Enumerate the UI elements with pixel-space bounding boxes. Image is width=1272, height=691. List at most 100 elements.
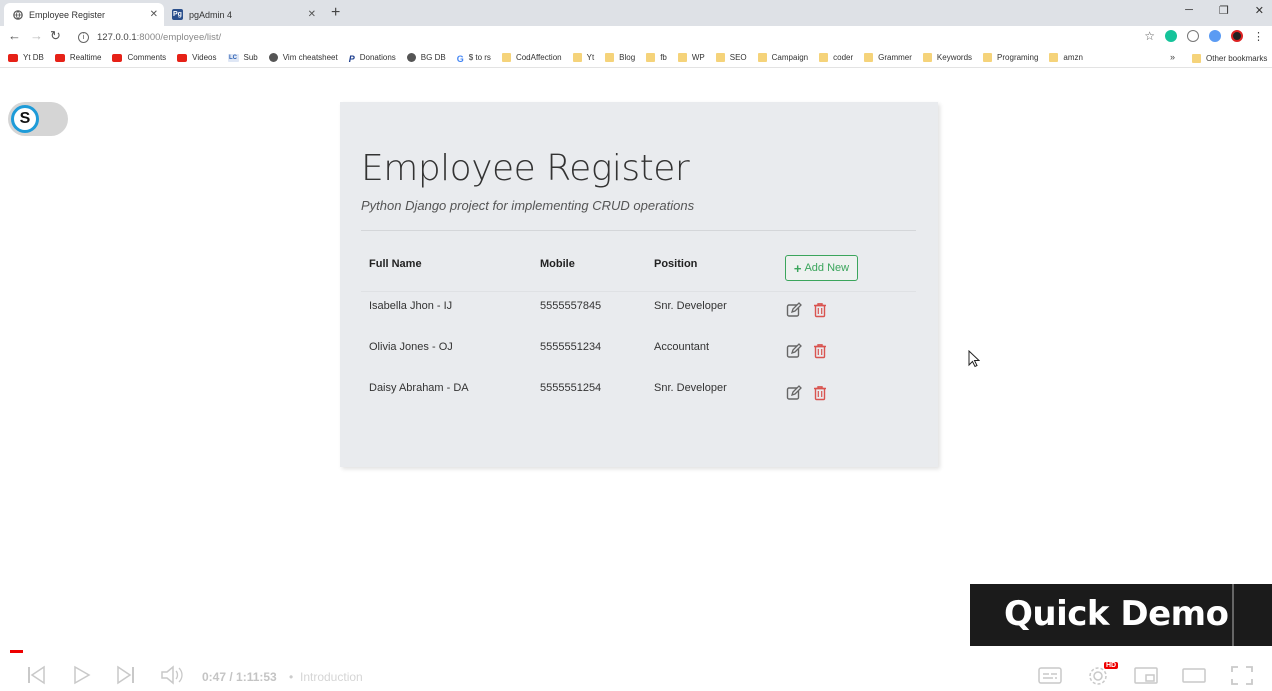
video-progress-bar[interactable] (10, 650, 23, 653)
bookmark-item[interactable]: fb (646, 53, 667, 62)
restore-icon[interactable]: ❐ (1219, 4, 1229, 17)
bookmark-item[interactable]: Vim cheatsheet (268, 53, 338, 62)
employee-register-card: Employee Register Python Django project … (340, 102, 938, 467)
bookmark-item[interactable]: Keywords (922, 53, 972, 62)
cell-full-name: Isabella Jhon - IJ (369, 300, 453, 312)
delete-trash-icon[interactable] (811, 301, 829, 319)
bookmark-item[interactable]: Yt DB (8, 53, 44, 62)
previous-icon[interactable] (26, 664, 46, 691)
bookmark-item[interactable]: coder (819, 53, 853, 62)
bookmark-label: Grammer (878, 53, 912, 62)
volume-icon[interactable] (160, 664, 184, 691)
bookmark-item[interactable]: Programing (983, 53, 1038, 62)
play-icon[interactable] (72, 664, 92, 691)
forward-arrow-icon[interactable]: → (30, 28, 43, 43)
browser-toolbar: ← → ↻ i 127.0.0.1:8000/employee/list/ ☆ … (0, 26, 1272, 48)
other-bookmarks[interactable]: Other bookmarks (1192, 48, 1267, 68)
cell-position: Snr. Developer (654, 382, 727, 394)
reload-icon[interactable]: ↻ (50, 28, 61, 44)
close-tab-icon[interactable]: ✕ (150, 9, 158, 20)
youtube-icon (8, 53, 18, 62)
bookmark-item[interactable]: SEO (715, 53, 747, 62)
bookmark-label: Realtime (69, 53, 102, 62)
bookmark-item[interactable]: P Donations (348, 53, 396, 64)
edit-icon[interactable] (785, 301, 803, 319)
folder-icon (864, 53, 874, 62)
bookmark-item[interactable]: BG DB (406, 53, 446, 62)
bookmark-item[interactable]: Grammer (864, 53, 912, 62)
bookmark-star-icon[interactable]: ☆ (1144, 29, 1155, 43)
edit-icon[interactable] (785, 384, 803, 402)
extension-icon[interactable] (1187, 30, 1199, 42)
divider (361, 230, 916, 231)
bookmark-item[interactable]: amzn (1049, 53, 1083, 62)
bookmark-label: Donations (359, 53, 396, 62)
bookmark-item[interactable]: WP (677, 53, 705, 62)
extension-icons: ☆ ⋮ (1144, 29, 1264, 43)
folder-icon (646, 53, 656, 62)
back-arrow-icon[interactable]: ← (8, 28, 21, 43)
delete-trash-icon[interactable] (811, 384, 829, 402)
bookmark-item[interactable]: LC Sub (227, 53, 258, 62)
bookmark-item[interactable]: Blog (605, 53, 635, 62)
bookmark-item[interactable]: CodAffection (501, 53, 562, 62)
other-bookmarks-label: Other bookmarks (1206, 53, 1268, 63)
menu-dots-icon[interactable]: ⋮ (1253, 30, 1264, 43)
edit-icon[interactable] (785, 342, 803, 360)
folder-icon (922, 53, 932, 62)
cell-mobile: 5555551254 (540, 382, 602, 394)
page-subtitle: Python Django project for implementing C… (361, 198, 695, 213)
minimize-icon[interactable]: ─ (1185, 4, 1193, 17)
page-title: Employee Register (361, 148, 690, 189)
new-tab-plus-icon[interactable]: + (331, 4, 340, 22)
bookmark-item[interactable]: Videos (177, 53, 217, 62)
google-icon: G (456, 53, 464, 64)
column-header-mobile: Mobile (540, 258, 575, 270)
info-icon[interactable]: i (78, 31, 89, 43)
folder-icon (605, 53, 615, 62)
mouse-cursor-icon (968, 349, 981, 373)
s-toggle-switch[interactable]: S (8, 102, 68, 136)
row-separator (361, 291, 916, 292)
hd-badge: HD (1104, 662, 1119, 669)
next-icon[interactable] (116, 664, 136, 691)
tab-pgadmin[interactable]: Pg pgAdmin 4 ✕ (164, 3, 322, 26)
miniplayer-icon[interactable] (1134, 664, 1158, 691)
video-chapter[interactable]: Introduction (300, 670, 363, 684)
grammarly-icon[interactable] (1165, 30, 1177, 42)
bookmark-label: amzn (1063, 53, 1083, 62)
bookmark-item[interactable]: Realtime (54, 53, 102, 62)
toggle-knob: S (11, 105, 39, 133)
tab-employee-register[interactable]: Employee Register ✕ (4, 3, 164, 26)
cell-full-name: Daisy Abraham - DA (369, 382, 469, 394)
subtitles-icon[interactable] (1038, 664, 1062, 691)
bookmark-label: fb (660, 53, 667, 62)
extension-blue-icon[interactable] (1209, 30, 1221, 42)
fullscreen-icon[interactable] (1230, 664, 1254, 691)
profile-avatar-icon[interactable] (1231, 30, 1243, 42)
add-new-label: Add New (804, 262, 850, 274)
youtube-icon (54, 53, 65, 62)
folder-icon (677, 53, 687, 62)
bookmark-item[interactable]: G $ to rs (456, 53, 491, 64)
bookmark-label: Programing (997, 53, 1039, 62)
bookmark-item[interactable]: Comments (112, 53, 166, 62)
close-tab-icon[interactable]: ✕ (308, 9, 316, 20)
window-close-icon[interactable]: ✕ (1255, 4, 1264, 17)
cell-position: Accountant (654, 341, 710, 353)
more-bookmarks-chevron-icon[interactable]: » (1170, 52, 1175, 62)
address-bar[interactable]: i 127.0.0.1:8000/employee/list/ (70, 28, 1160, 46)
folder-icon (572, 53, 582, 62)
delete-trash-icon[interactable] (811, 342, 829, 360)
paypal-icon: P (348, 53, 355, 64)
bookmarks-bar: Yt DB Realtime Comments Videos LC Sub Vim chea… (0, 48, 1272, 68)
bookmark-item[interactable]: Campaign (757, 53, 809, 62)
bookmark-item[interactable]: Yt (572, 53, 595, 62)
globe-icon (268, 53, 278, 62)
youtube-icon (112, 53, 123, 62)
bookmark-label: Yt (586, 53, 595, 62)
add-new-button[interactable]: + Add New (785, 255, 858, 281)
cell-position: Snr. Developer (654, 300, 727, 312)
bookmark-label: Campaign (771, 53, 809, 62)
theater-mode-icon[interactable] (1182, 664, 1206, 691)
